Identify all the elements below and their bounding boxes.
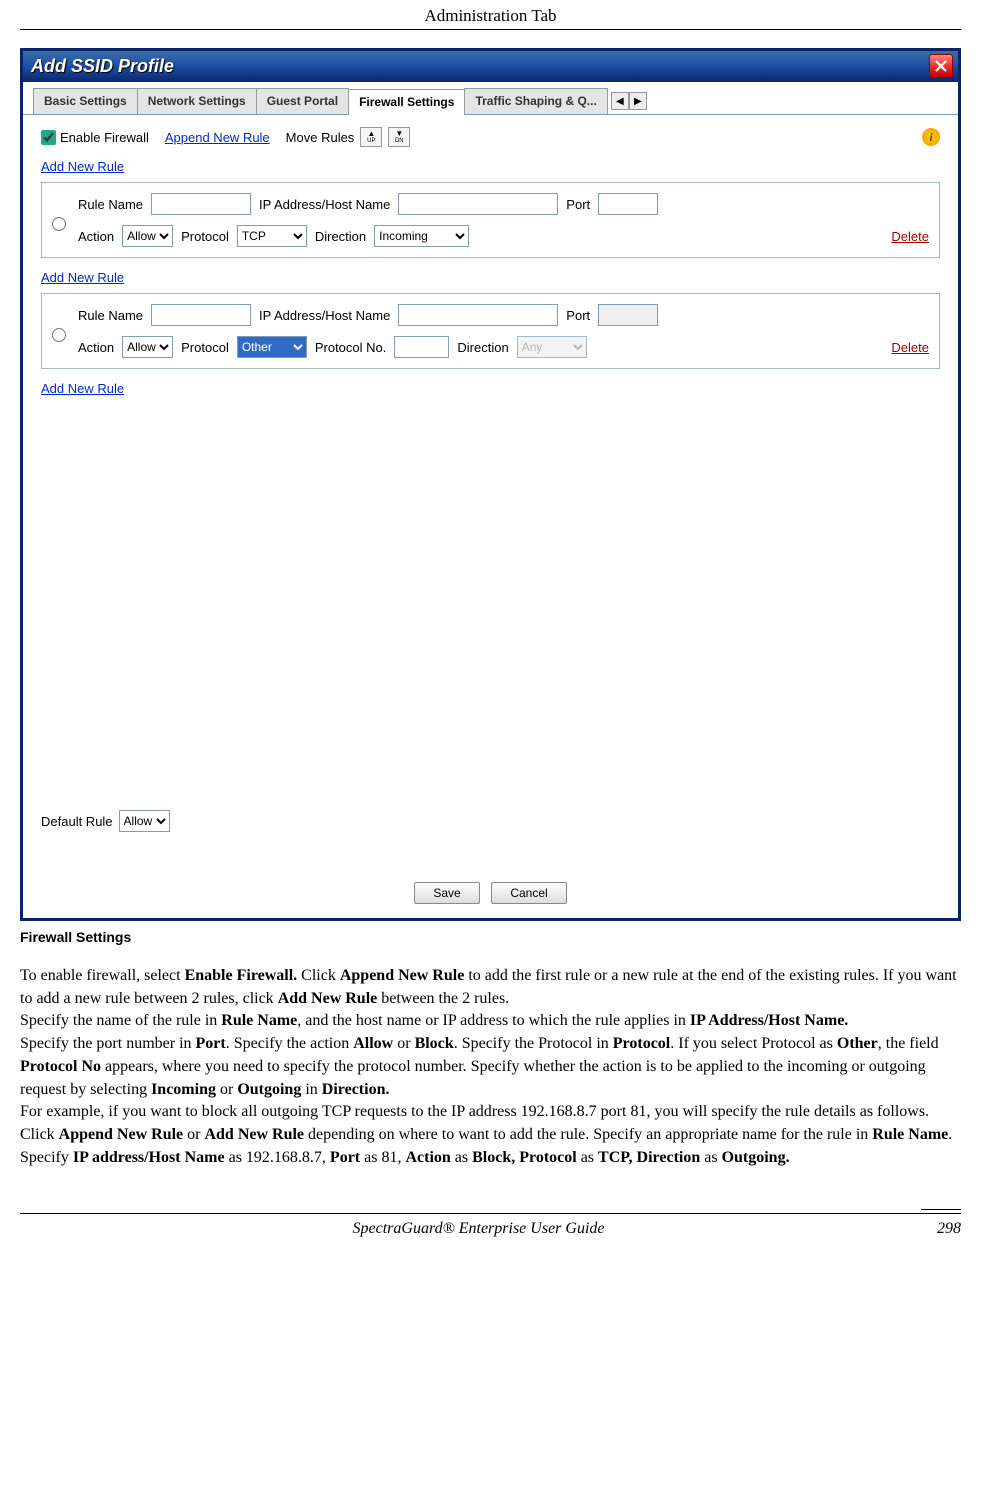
- protocol-no-input[interactable]: [394, 336, 449, 358]
- rule-name-label: Rule Name: [78, 197, 143, 212]
- tab-guest-portal[interactable]: Guest Portal: [256, 88, 349, 114]
- move-up-button[interactable]: ▲UP: [360, 127, 382, 147]
- ip-host-input-2[interactable]: [398, 304, 558, 326]
- delete-link-1[interactable]: Delete: [891, 229, 929, 244]
- delete-link-2[interactable]: Delete: [891, 340, 929, 355]
- chevron-right-icon: ▶: [634, 96, 642, 107]
- tab-network-settings[interactable]: Network Settings: [137, 88, 257, 114]
- cancel-button[interactable]: Cancel: [491, 882, 566, 904]
- action-select-1[interactable]: Allow: [122, 225, 173, 247]
- rule-name-input-1[interactable]: [151, 193, 251, 215]
- direction-label: Direction: [315, 229, 366, 244]
- port-label: Port: [566, 197, 590, 212]
- protocol-label-2: Protocol: [181, 340, 229, 355]
- tab-scroll-right-button[interactable]: ▶: [629, 92, 647, 110]
- document-body-text: To enable firewall, select Enable Firewa…: [20, 965, 961, 1169]
- dialog-window: Add SSID Profile Basic Settings Network …: [20, 48, 961, 921]
- close-icon: [934, 59, 948, 73]
- add-new-rule-link-1[interactable]: Add New Rule: [41, 159, 124, 174]
- rule-name-label-2: Rule Name: [78, 308, 143, 323]
- page-header-title: Administration Tab: [20, 0, 961, 30]
- action-select-2[interactable]: Allow: [122, 336, 173, 358]
- footer-page-number: 298: [937, 1220, 961, 1238]
- move-rules-label: Move Rules: [286, 130, 355, 145]
- protocol-select-2[interactable]: Other: [237, 336, 307, 358]
- protocol-label: Protocol: [181, 229, 229, 244]
- info-icon[interactable]: i: [922, 128, 940, 146]
- default-rule-select[interactable]: Allow: [119, 810, 170, 832]
- rule-select-radio-2[interactable]: [52, 328, 66, 342]
- default-rule-label: Default Rule: [41, 814, 113, 829]
- action-label: Action: [78, 229, 114, 244]
- page-footer: SpectraGuard® Enterprise User Guide 298: [20, 1213, 961, 1254]
- direction-select-2: Any: [517, 336, 587, 358]
- rule-fieldset-1: Rule Name IP Address/Host Name Port Acti…: [41, 182, 940, 258]
- window-title: Add SSID Profile: [31, 56, 174, 77]
- rule-fieldset-2: Rule Name IP Address/Host Name Port Acti…: [41, 293, 940, 369]
- ip-host-input-1[interactable]: [398, 193, 558, 215]
- empty-scroll-area: [23, 400, 958, 800]
- title-bar: Add SSID Profile: [23, 51, 958, 82]
- action-label-2: Action: [78, 340, 114, 355]
- move-down-button[interactable]: ▼DN: [388, 127, 410, 147]
- ip-host-label: IP Address/Host Name: [259, 197, 390, 212]
- arrow-up-icon: ▲: [367, 130, 375, 138]
- tab-strip: Basic Settings Network Settings Guest Po…: [23, 82, 958, 115]
- chevron-left-icon: ◀: [616, 96, 624, 107]
- ip-host-label-2: IP Address/Host Name: [259, 308, 390, 323]
- close-button[interactable]: [929, 54, 953, 78]
- rule-select-radio-1[interactable]: [52, 217, 66, 231]
- tab-scroll-left-button[interactable]: ◀: [611, 92, 629, 110]
- port-input-1[interactable]: [598, 193, 658, 215]
- enable-firewall-checkbox[interactable]: [41, 130, 56, 145]
- append-new-rule-link[interactable]: Append New Rule: [165, 130, 270, 145]
- protocol-no-label: Protocol No.: [315, 340, 387, 355]
- protocol-select-1[interactable]: TCP: [237, 225, 307, 247]
- tab-firewall-settings[interactable]: Firewall Settings: [348, 89, 465, 115]
- direction-select-1[interactable]: Incoming: [374, 225, 469, 247]
- direction-label-2: Direction: [457, 340, 508, 355]
- port-label-2: Port: [566, 308, 590, 323]
- add-new-rule-link-2[interactable]: Add New Rule: [41, 270, 124, 285]
- rule-name-input-2[interactable]: [151, 304, 251, 326]
- port-input-2: [598, 304, 658, 326]
- save-button[interactable]: Save: [414, 882, 479, 904]
- arrow-down-icon: ▼: [395, 130, 403, 138]
- enable-firewall-label: Enable Firewall: [60, 130, 149, 145]
- figure-caption: Firewall Settings: [20, 921, 961, 965]
- footer-guide-name: SpectraGuard® Enterprise User Guide: [353, 1220, 605, 1238]
- enable-firewall-label-wrapper[interactable]: Enable Firewall: [41, 130, 149, 145]
- add-new-rule-link-3[interactable]: Add New Rule: [41, 381, 124, 396]
- tab-traffic-shaping[interactable]: Traffic Shaping & Q...: [464, 88, 607, 114]
- tab-basic-settings[interactable]: Basic Settings: [33, 88, 138, 114]
